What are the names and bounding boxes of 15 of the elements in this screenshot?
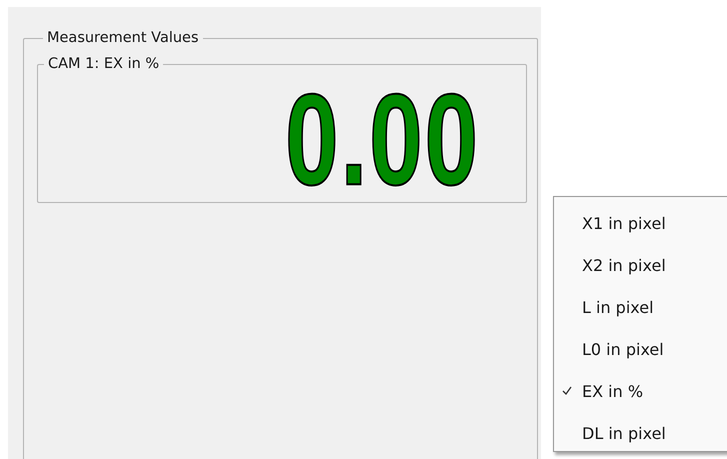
menu-item[interactable]: L in pixel [554,286,727,328]
menu-item[interactable]: X2 in pixel [554,244,727,286]
menu-item-label: EX in % [582,382,644,400]
menu-item-label: L0 in pixel [582,340,664,358]
menu-item-label: X1 in pixel [582,214,666,232]
digital-readout: 0.00 [285,76,480,206]
menu-item-label: DL in pixel [582,424,666,442]
menu-item-label: L in pixel [582,298,654,316]
menu-item[interactable]: L0 in pixel [554,328,727,370]
menu-item[interactable]: DL in pixel [554,412,727,454]
readout-title: CAM 1: EX in % [47,56,160,72]
menu-item[interactable]: EX in % [554,370,727,412]
menu-item-label: X2 in pixel [582,256,666,274]
menu-item[interactable]: X1 in pixel [554,202,727,244]
group-title: Measurement Values [46,30,200,46]
